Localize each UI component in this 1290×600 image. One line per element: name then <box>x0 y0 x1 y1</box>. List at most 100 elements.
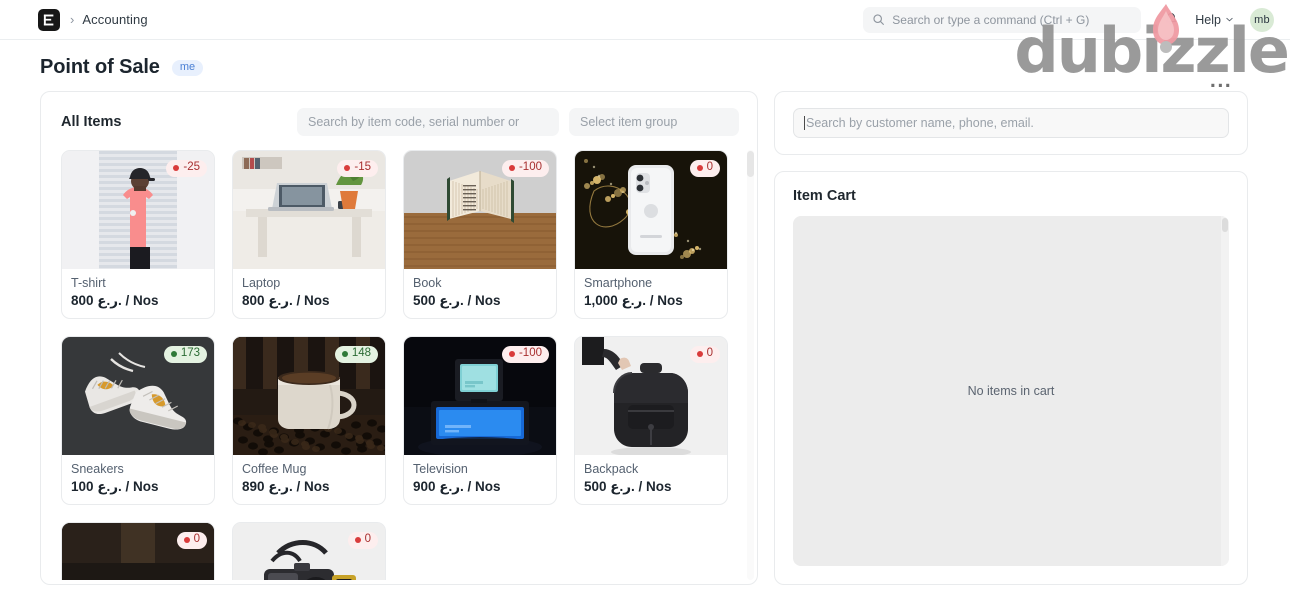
item-cart-panel: Item Cart No items in cart <box>774 171 1248 585</box>
item-card[interactable]: 0 <box>61 522 215 580</box>
chevron-down-icon <box>1226 17 1233 22</box>
stock-qty: -100 <box>518 347 542 359</box>
item-name: Coffee Mug <box>242 462 307 476</box>
stock-dot-icon <box>170 350 177 357</box>
navbar-actions: Help mb <box>1163 7 1274 32</box>
items-scroll-area[interactable]: -25 T-shirt 800 ر.ع. / Nos -15 Laptop 800 ر.… <box>41 150 757 580</box>
item-name: Laptop <box>242 276 281 290</box>
stock-dot-icon <box>508 164 515 171</box>
stock-dot-icon <box>696 164 703 171</box>
item-name: Smartphone <box>584 276 653 290</box>
global-search-input[interactable]: Search or type a command (Ctrl + G) <box>863 6 1142 33</box>
item-price: 800 ر.ع. / Nos <box>242 293 330 308</box>
item-price: 900 ر.ع. / Nos <box>413 479 501 494</box>
global-search-placeholder: Search or type a command (Ctrl + G) <box>892 12 1090 27</box>
help-label: Help <box>1195 12 1221 27</box>
items-scrollbar-thumb[interactable] <box>747 151 754 177</box>
item-card[interactable]: -100 Book 500 ر.ع. / Nos <box>403 150 557 319</box>
stock-dot-icon <box>354 536 361 543</box>
item-name: Television <box>413 462 468 476</box>
items-grid: -25 T-shirt 800 ر.ع. / Nos -15 Laptop 800 ر.… <box>61 150 741 580</box>
item-meta: Smartphone 1,000 ر.ع. / Nos <box>575 269 727 318</box>
stock-qty: -25 <box>183 161 200 173</box>
cart-column: Search by customer name, phone, email. I… <box>774 91 1248 585</box>
top-navbar: › Accounting Search or type a command (C… <box>0 0 1290 40</box>
stock-badge: 0 <box>689 346 720 363</box>
items-panel-title: All Items <box>61 114 122 130</box>
avatar[interactable]: mb <box>1250 7 1274 32</box>
stock-qty: 0 <box>706 347 713 359</box>
item-name: Sneakers <box>71 462 124 476</box>
item-group-select[interactable]: Select item group <box>569 108 739 136</box>
breadcrumb-separator-icon: › <box>70 12 75 27</box>
stock-badge: 173 <box>163 346 207 363</box>
item-card[interactable]: 148 Coffee Mug 890 ر.ع. / Nos <box>232 336 386 505</box>
erpnext-logo-icon[interactable] <box>38 8 60 31</box>
items-scrollbar[interactable] <box>747 150 754 580</box>
item-card[interactable]: 173 Sneakers 100 ر.ع. / Nos <box>61 336 215 505</box>
item-meta: Coffee Mug 890 ر.ع. / Nos <box>233 455 385 504</box>
item-card[interactable]: 0 Backpack 500 ر.ع. / Nos <box>574 336 728 505</box>
items-panel: All Items Search by item code, serial nu… <box>40 91 758 585</box>
stock-dot-icon <box>173 164 180 171</box>
item-meta: Laptop 800 ر.ع. / Nos <box>233 269 385 318</box>
stock-dot-icon <box>183 536 190 543</box>
text-caret <box>804 116 805 130</box>
item-meta: Sneakers 100 ر.ع. / Nos <box>62 455 214 504</box>
stock-badge: -100 <box>501 346 549 363</box>
item-card[interactable]: -25 T-shirt 800 ر.ع. / Nos <box>61 150 215 319</box>
item-price: 500 ر.ع. / Nos <box>413 293 501 308</box>
stock-badge: 0 <box>689 160 720 177</box>
item-card[interactable]: 0 Smartphone 1,000 ر.ع. / Nos <box>574 150 728 319</box>
stock-badge: -100 <box>501 160 549 177</box>
stock-dot-icon <box>508 350 515 357</box>
stock-dot-icon <box>696 350 703 357</box>
item-group-placeholder: Select item group <box>580 115 678 129</box>
stock-qty: 0 <box>706 161 713 173</box>
stock-badge: 0 <box>176 532 207 549</box>
pos-layout: All Items Search by item code, serial nu… <box>0 91 1290 585</box>
item-search-placeholder: Search by item code, serial number or <box>308 115 520 129</box>
stock-qty: 0 <box>364 533 371 545</box>
page-title: Point of Sale <box>40 56 160 78</box>
item-search-input[interactable]: Search by item code, serial number or <box>297 108 559 136</box>
item-price: 1,000 ر.ع. / Nos <box>584 293 683 308</box>
item-card[interactable]: 0 <box>232 522 386 580</box>
bell-icon[interactable] <box>1163 12 1179 28</box>
customer-search-placeholder: Search by customer name, phone, email. <box>806 116 1034 130</box>
item-price: 500 ر.ع. / Nos <box>584 479 672 494</box>
item-meta: Backpack 500 ر.ع. / Nos <box>575 455 727 504</box>
stock-dot-icon <box>341 350 348 357</box>
items-panel-header: All Items Search by item code, serial nu… <box>41 108 757 136</box>
stock-badge: -15 <box>337 160 378 177</box>
cart-scrollbar[interactable] <box>1221 216 1229 566</box>
stock-dot-icon <box>344 164 351 171</box>
stock-qty: -100 <box>518 161 542 173</box>
item-price: 890 ر.ع. / Nos <box>242 479 330 494</box>
cart-scrollbar-thumb[interactable] <box>1222 218 1228 232</box>
stock-qty: 148 <box>351 347 371 359</box>
item-cart-title: Item Cart <box>793 188 856 204</box>
search-icon <box>873 14 885 25</box>
breadcrumb-accounting-link[interactable]: Accounting <box>82 12 147 27</box>
item-cart-empty-message: No items in cart <box>967 384 1055 398</box>
customer-search-input[interactable]: Search by customer name, phone, email. <box>793 108 1229 138</box>
customer-panel: Search by customer name, phone, email. <box>774 91 1248 155</box>
item-name: T-shirt <box>71 276 106 290</box>
item-card[interactable]: -15 Laptop 800 ر.ع. / Nos <box>232 150 386 319</box>
item-meta: T-shirt 800 ر.ع. / Nos <box>62 269 214 318</box>
item-price: 100 ر.ع. / Nos <box>71 479 159 494</box>
item-meta: Television 900 ر.ع. / Nos <box>404 455 556 504</box>
stock-badge: 148 <box>334 346 378 363</box>
item-name: Book <box>413 276 442 290</box>
item-cart-body: No items in cart <box>793 216 1229 566</box>
page-header: Point of Sale me <box>0 40 1290 91</box>
help-menu-button[interactable]: Help <box>1195 13 1234 27</box>
status-badge[interactable]: me <box>171 59 204 76</box>
item-meta: Book 500 ر.ع. / Nos <box>404 269 556 318</box>
item-card[interactable]: -100 Television 900 ر.ع. / Nos <box>403 336 557 505</box>
stock-badge: -25 <box>166 160 207 177</box>
stock-qty: -15 <box>354 161 371 173</box>
item-price: 800 ر.ع. / Nos <box>71 293 159 308</box>
item-name: Backpack <box>584 462 639 476</box>
